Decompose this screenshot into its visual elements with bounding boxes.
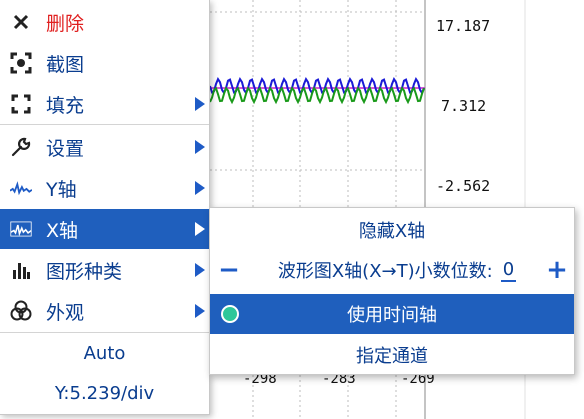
x-axis-submenu: 隐藏X轴 − 波形图X轴(X→T)小数位数: 0 + 使用时间轴 指定通道 [209,207,575,375]
hide-x-axis-item[interactable]: 隐藏X轴 [210,210,574,250]
context-menu: 删除 截图 填充 设置 Y轴 X轴 图形种类 外观 Auto Y:5.239/d… [0,0,210,415]
assign-channel-item[interactable]: 指定通道 [210,335,574,375]
menu-item-x-axis[interactable]: X轴 [0,209,209,249]
y-scale-readout: Y:5.239/div [54,383,155,404]
submenu-arrow-icon [195,181,205,195]
menu-item-label: 图形种类 [46,260,123,283]
auto-scale-button[interactable]: Auto [0,343,209,364]
increase-decimals-button[interactable]: + [542,250,572,290]
use-time-axis-item[interactable]: 使用时间轴 [210,294,574,334]
decrease-decimals-button[interactable]: − [214,250,244,290]
menu-item-y-axis[interactable]: Y轴 [0,168,209,208]
submenu-arrow-icon [195,140,205,154]
radio-checked-icon [221,305,239,323]
y-tick-label-top: 17.187 [436,17,491,35]
menu-separator [0,332,209,333]
decimal-places-label: 波形图X轴(X→T)小数位数: [277,261,493,282]
x-waveform-icon [10,218,32,240]
fullscreen-icon [10,93,32,115]
bar-chart-icon [10,259,32,281]
menu-item-chart-type[interactable]: 图形种类 [0,250,209,290]
submenu-arrow-icon [195,97,205,111]
menu-item-settings[interactable]: 设置 [0,127,209,167]
close-icon [10,11,32,33]
series-green [209,86,425,105]
wrench-icon [10,136,32,158]
use-time-axis-label: 使用时间轴 [347,305,437,326]
menu-item-label: 设置 [46,137,85,160]
decimal-places-row: − 波形图X轴(X→T)小数位数: 0 + [210,250,574,290]
menu-item-label: 外观 [46,301,85,324]
menu-item-delete[interactable]: 删除 [0,2,209,42]
waveform-icon [10,177,32,199]
circles-icon [10,300,32,322]
menu-item-label: Y轴 [46,178,77,201]
menu-item-fill[interactable]: 填充 [0,84,209,124]
submenu-arrow-icon [195,304,205,318]
menu-item-label: 填充 [46,94,85,117]
menu-item-label: X轴 [46,219,79,242]
menu-item-appearance[interactable]: 外观 [0,291,209,331]
menu-item-label: 截图 [46,53,85,76]
menu-separator [0,124,209,125]
screenshot-icon [10,52,32,74]
submenu-arrow-icon [195,222,205,236]
menu-item-label: 删除 [46,12,85,35]
decimal-places-value[interactable]: 0 [500,259,517,282]
submenu-arrow-icon [195,263,205,277]
y-tick-label-mid: 7.312 [441,97,487,115]
y-tick-label-bottom: -2.562 [436,177,491,195]
menu-item-screenshot[interactable]: 截图 [0,43,209,83]
